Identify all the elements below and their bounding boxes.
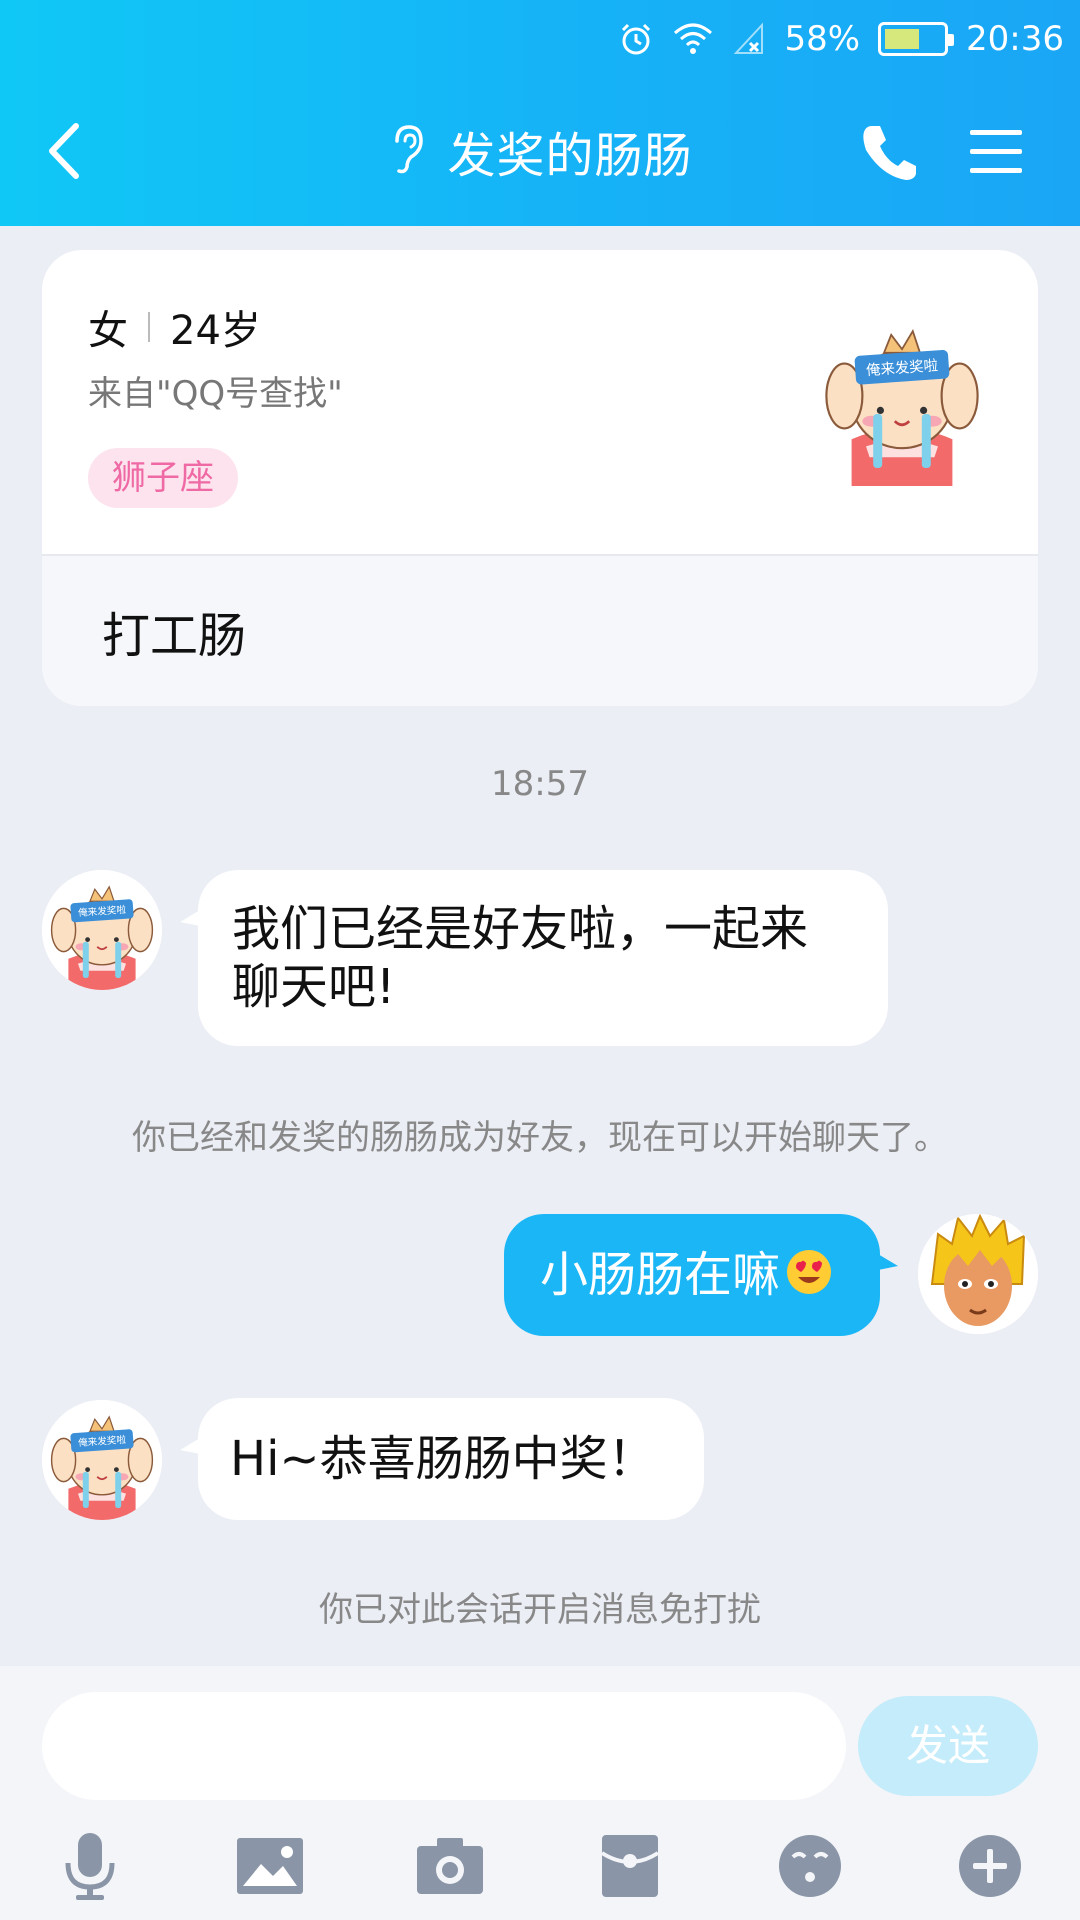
my-avatar[interactable] [918, 1214, 1038, 1334]
call-button[interactable] [858, 120, 918, 184]
message-timestamp: 18:57 [491, 764, 589, 804]
menu-icon [970, 130, 1022, 173]
age: 24岁 [170, 308, 261, 354]
signal-icon [732, 21, 766, 57]
emoji-button[interactable] [770, 1826, 850, 1906]
alarm-icon [618, 21, 654, 57]
friend-source: 来自"QQ号查找" [88, 374, 343, 414]
emoji-icon [779, 1835, 841, 1897]
message-input[interactable] [42, 1692, 846, 1800]
message-bubble-incoming[interactable]: 我们已经是好友啦，一起来 聊天吧! [180, 870, 888, 1046]
send-button[interactable]: 发送 [858, 1696, 1038, 1796]
voice-button[interactable] [50, 1826, 130, 1906]
title-group: 发奖的肠肠 [0, 118, 1080, 184]
message-text-line2: 聊天吧! [232, 959, 396, 1015]
menu-button[interactable] [968, 124, 1024, 180]
profile-info: 女 24岁 来自"QQ号查找" 狮子座 [42, 250, 1038, 554]
more-button[interactable] [950, 1826, 1030, 1906]
profile-signature-row: 打工肠 [42, 554, 1038, 706]
ear-icon[interactable] [387, 123, 427, 179]
signature: 打工肠 [102, 608, 247, 664]
plus-icon [959, 1835, 1021, 1897]
battery-icon [878, 22, 955, 56]
camera-icon [417, 1838, 483, 1894]
message-bubble-incoming[interactable]: Hi~恭喜肠肠中奖！ [180, 1398, 704, 1520]
status-time: 20:36 [966, 19, 1064, 59]
gender: 女 [88, 308, 128, 354]
heart-eyes-emoji-icon [784, 1247, 834, 1310]
input-bar: 发送 [0, 1666, 1080, 1920]
microphone-icon [65, 1833, 115, 1900]
battery-percent: 58% [784, 19, 861, 59]
message-text: Hi~恭喜肠肠中奖！ [230, 1431, 656, 1487]
chat-title: 发奖的肠肠 [447, 128, 693, 184]
wifi-icon [672, 21, 714, 57]
status-bar: 58% 20:36 [618, 14, 1064, 64]
image-button[interactable] [230, 1826, 310, 1906]
system-note-mute: 你已对此会话开启消息免打扰 [319, 1590, 761, 1630]
red-packet-icon [600, 1835, 660, 1897]
chat-header: 58% 20:36 发奖的肠肠 [0, 0, 1080, 226]
message-text: 小肠肠在嘛 [540, 1247, 781, 1303]
contact-avatar[interactable] [42, 1400, 162, 1520]
camera-button[interactable] [410, 1826, 490, 1906]
message-text-line1: 我们已经是好友啦，一起来 [232, 901, 809, 957]
divider [148, 312, 150, 342]
zodiac-tag: 狮子座 [88, 448, 238, 508]
contact-avatar[interactable] [42, 870, 162, 990]
phone-icon [863, 126, 916, 180]
system-note-friend: 你已经和发奖的肠肠成为好友，现在可以开始聊天了。 [132, 1118, 948, 1158]
image-icon [237, 1838, 303, 1894]
message-bubble-outgoing[interactable]: 小肠肠在嘛 [504, 1214, 898, 1336]
profile-card[interactable]: 女 24岁 来自"QQ号查找" 狮子座 打工肠 [42, 250, 1038, 706]
profile-avatar[interactable] [812, 306, 992, 486]
red-packet-button[interactable] [590, 1826, 670, 1906]
gender-age: 女 24岁 [88, 298, 261, 356]
